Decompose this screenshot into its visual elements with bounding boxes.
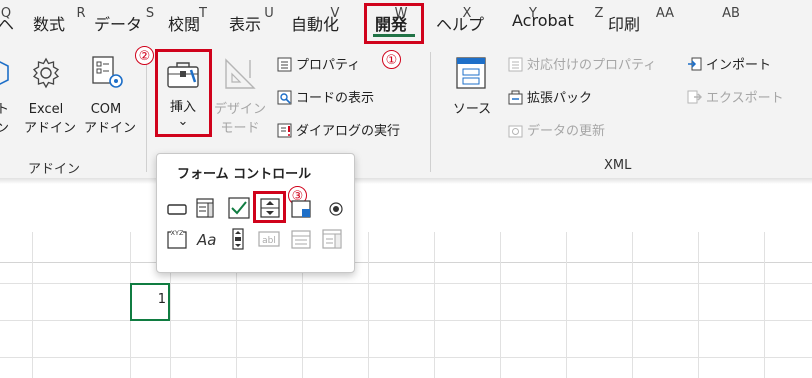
svg-text:abl: abl	[262, 236, 276, 246]
import-icon	[688, 57, 702, 71]
highlight-spin-button	[253, 191, 286, 223]
run-dialog-label: ダイアログの実行	[296, 124, 401, 139]
option-button-icon[interactable]	[325, 198, 347, 220]
text-field-icon[interactable]: abl	[258, 228, 280, 250]
properties-button[interactable]: プロパティ	[277, 57, 360, 75]
map-properties-button[interactable]: 対応付けのプロパティ	[508, 57, 656, 75]
row-gridline	[0, 357, 812, 358]
combo-drop-edit-icon[interactable]	[321, 228, 343, 250]
svg-text:Aa: Aa	[196, 231, 216, 249]
view-code-icon	[277, 90, 292, 105]
expansion-packs-button[interactable]: 拡張パック	[508, 90, 592, 108]
row-gridline	[0, 283, 812, 284]
addins-group-label: アドイン	[28, 162, 81, 177]
column-header-y[interactable]: Y	[513, 6, 553, 21]
column-header-ab[interactable]: AB	[711, 6, 751, 21]
addin-hex-icon	[0, 61, 9, 85]
design-mode-label-2: モード	[220, 121, 260, 136]
refresh-data-label: データの更新	[527, 124, 606, 139]
partial-label: ト	[0, 102, 10, 117]
properties-icon	[277, 57, 292, 72]
column-header-row	[0, 232, 812, 263]
annotation-1: ①	[382, 50, 401, 69]
export-icon	[687, 90, 702, 104]
group-separator	[146, 52, 147, 172]
properties-label: プロパティ	[296, 58, 361, 73]
combo-list-edit-icon[interactable]	[290, 228, 312, 250]
excel-addins-label-2: アドイン	[24, 121, 77, 136]
svg-text:XYZ: XYZ	[171, 229, 184, 237]
export-button[interactable]: エクスポート	[687, 90, 784, 108]
com-addin-icon	[92, 56, 123, 88]
scroll-bar-icon[interactable]	[227, 228, 249, 250]
column-header-aa[interactable]: AA	[645, 6, 685, 21]
source-icon	[456, 57, 486, 89]
column-header-t[interactable]: T	[183, 6, 223, 21]
group-separator-2	[430, 52, 431, 172]
label-control-icon[interactable]: Aa	[196, 228, 218, 250]
partial-label-2: ン	[0, 121, 10, 136]
refresh-data-icon	[508, 125, 523, 138]
form-controls-popup: フォーム コントロール ③ XYZ Aa abl	[156, 153, 355, 273]
checkbox-control-icon[interactable]	[228, 197, 250, 219]
expansion-packs-label: 拡張パック	[527, 91, 593, 106]
row-gridline	[0, 320, 812, 321]
button-control-icon[interactable]	[166, 198, 188, 220]
group-box-icon[interactable]: XYZ	[166, 228, 188, 250]
view-code-button[interactable]: コードの表示	[277, 90, 374, 108]
excel-addin-gear-icon	[32, 57, 60, 89]
map-properties-label: 対応付けのプロパティ	[527, 58, 657, 73]
chevron-down-icon: ⌄	[177, 114, 189, 129]
combo-box-icon[interactable]	[194, 197, 216, 219]
refresh-data-button[interactable]: データの更新	[508, 123, 605, 141]
toolbox-icon	[167, 62, 199, 88]
column-header-v[interactable]: V	[315, 6, 355, 21]
column-header-q[interactable]: Q	[0, 6, 26, 21]
column-header-x[interactable]: X	[447, 6, 487, 21]
com-addins-label-2: アドイン	[84, 121, 137, 136]
run-dialog-button[interactable]: ダイアログの実行	[277, 123, 400, 141]
column-header-u[interactable]: U	[249, 6, 289, 21]
view-code-label: コードの表示	[296, 91, 375, 106]
column-header-r[interactable]: R	[61, 6, 101, 21]
column-header-s[interactable]: S	[130, 6, 170, 21]
import-label: インポート	[706, 58, 772, 73]
column-header-w[interactable]: W	[381, 6, 421, 21]
source-button[interactable]: ソース	[448, 101, 496, 118]
cell-value: 1	[157, 292, 166, 307]
popup-title: フォーム コントロール	[177, 167, 312, 182]
column-header-z[interactable]: Z	[579, 6, 619, 21]
import-button[interactable]: インポート	[687, 57, 771, 75]
export-label: エクスポート	[706, 91, 784, 106]
run-dialog-icon	[277, 123, 292, 138]
xml-group-label: XML	[604, 158, 632, 173]
list-box-icon[interactable]	[290, 197, 312, 219]
annotation-2: ②	[135, 46, 154, 65]
design-mode-label: デザイン	[214, 102, 267, 117]
formula-bar-area[interactable]	[0, 184, 812, 232]
map-properties-icon	[508, 57, 523, 72]
expansion-packs-icon	[508, 90, 523, 105]
excel-addins-label: Excel	[28, 102, 64, 117]
com-addins-label: COM	[90, 102, 122, 117]
design-mode-icon	[225, 58, 256, 89]
